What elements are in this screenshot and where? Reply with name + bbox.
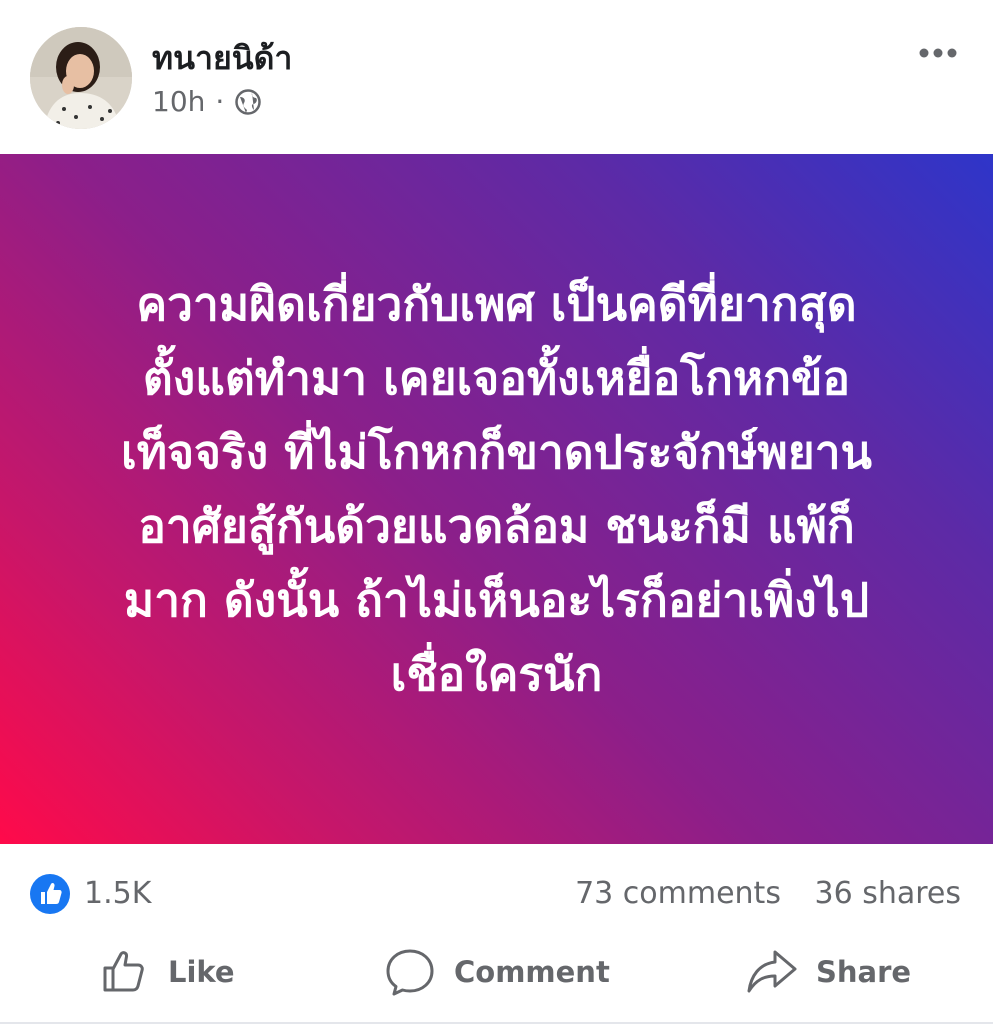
like-icon: [103, 951, 144, 992]
avatar-photo: [30, 27, 132, 129]
post-header: ทนายนิด้า 10h ·: [0, 0, 993, 154]
more-horizontal-icon[interactable]: [917, 42, 959, 64]
share-button[interactable]: Share: [746, 942, 911, 1002]
avatar[interactable]: [30, 27, 132, 129]
globe-icon[interactable]: [234, 88, 262, 116]
post-text-line: ความผิดเกี่ยวกับเพศ เป็นคดีที่ยากสุด: [136, 277, 857, 331]
like-label: Like: [168, 955, 235, 989]
like-button[interactable]: Like: [100, 942, 235, 1002]
facebook-post: ทนายนิด้า 10h · ความผิดเกี่ยวกับเพศ เป็น…: [0, 0, 993, 1024]
share-icon: [747, 950, 797, 993]
post-meta: 10h ·: [152, 84, 262, 120]
share-label: Share: [816, 955, 912, 989]
post-text-line: เชื่อใครนัก: [390, 647, 603, 701]
text-post-background: ความผิดเกี่ยวกับเพศ เป็นคดีที่ยากสุด ตั้…: [0, 154, 993, 844]
post-stats: 1.5K 73 comments 36 shares: [0, 846, 993, 942]
comment-button[interactable]: Comment: [384, 942, 610, 1002]
comment-icon: [386, 949, 434, 996]
like-reaction-icon[interactable]: [30, 874, 70, 914]
post-text-line: อาศัยสู้กันด้วยแวดล้อม ชนะก็มี แพ้ก็: [138, 499, 855, 553]
post-text: ความผิดเกี่ยวกับเพศ เป็นคดีที่ยากสุด ตั้…: [67, 267, 927, 711]
post-time[interactable]: 10h: [152, 84, 205, 120]
reaction-count[interactable]: 1.5K: [84, 874, 151, 914]
post-text-line: เท็จจริง ที่ไม่โกหกก็ขาดประจักษ์พยาน: [121, 425, 872, 479]
comment-label: Comment: [454, 955, 610, 989]
author-name[interactable]: ทนายนิด้า: [152, 38, 292, 78]
post-text-line: ตั้งแต่ทำมา เคยเจอทั้งเหยื่อโกหกข้อ: [142, 351, 851, 405]
comment-count[interactable]: 73 comments: [575, 876, 781, 911]
meta-separator: ·: [215, 85, 225, 118]
engagement-counts: 73 comments 36 shares: [575, 874, 961, 914]
post-text-line: มาก ดังนั้น ถ้าไม่เห็นอะไรก็อย่าเพิ่งไป: [123, 573, 870, 627]
post-actions: Like Comment Share: [0, 942, 993, 1012]
share-count[interactable]: 36 shares: [815, 876, 962, 911]
